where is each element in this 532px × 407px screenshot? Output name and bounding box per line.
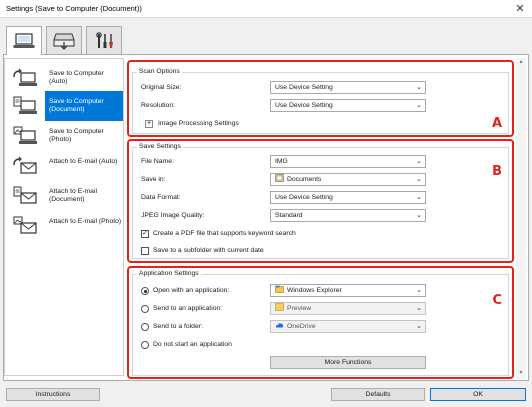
mode-save-computer-auto[interactable]: Save to Computer (Auto) <box>5 63 123 93</box>
section-letter-c: C <box>492 293 502 308</box>
chevron-down-icon: ⌄ <box>416 212 422 219</box>
send-app-value: Preview <box>287 305 312 312</box>
mode-save-computer-document[interactable]: Save to Computer (Document) <box>5 91 123 121</box>
scan-device-icon <box>53 33 75 50</box>
computer-photo-icon <box>13 126 37 144</box>
data-format-label: Data Format: <box>141 194 181 201</box>
more-functions-button[interactable]: More Functions <box>270 356 426 369</box>
computer-auto-icon <box>13 68 37 86</box>
preview-app-icon <box>275 303 284 311</box>
scan-options-section: Scan Options A Original Size: Use Device… <box>127 60 514 137</box>
resolution-value: Use Device Setting <box>275 102 333 109</box>
send-folder-label: Send to a folder: <box>153 323 203 330</box>
resolution-select[interactable]: Use Device Setting ⌄ <box>270 99 426 112</box>
mode-email-auto[interactable]: Attach to E-mail (Auto) <box>5 151 123 181</box>
keyword-search-checkbox[interactable]: ✓ <box>141 230 149 238</box>
scan-options-legend: Scan Options <box>137 68 182 75</box>
send-folder-value: OneDrive <box>287 323 316 330</box>
section-letter-b: B <box>492 164 502 179</box>
file-name-value: IMG <box>275 158 288 165</box>
send-app-radio[interactable] <box>141 305 149 313</box>
scroll-up-icon[interactable]: ▴ <box>518 59 524 65</box>
title-bar: Settings (Save to Computer (Document)) ✕ <box>0 0 532 18</box>
mode-label: Save to Computer (Photo) <box>49 128 104 143</box>
save-in-select[interactable]: Documents ⌄ <box>270 173 426 186</box>
defaults-button[interactable]: Defaults <box>331 388 425 401</box>
instructions-button[interactable]: Instructions <box>6 388 100 401</box>
tools-icon <box>96 31 113 48</box>
save-settings-section: Save Settings B File Name: IMG ⌄ Save in… <box>127 139 514 263</box>
window-title: Settings (Save to Computer (Document)) <box>6 4 142 13</box>
close-icon[interactable]: ✕ <box>513 2 527 16</box>
scroll-down-icon[interactable]: ▾ <box>518 370 524 376</box>
send-app-label: Send to an application: <box>153 305 223 312</box>
application-settings-section: Application Settings C Open with an appl… <box>127 266 514 379</box>
scan-computer-icon <box>13 33 35 48</box>
vertical-scrollbar[interactable]: ▴ ▾ <box>516 58 526 379</box>
mode-label: Save to Computer (Auto) <box>49 70 104 85</box>
open-with-value: Windows Explorer <box>287 287 342 294</box>
chevron-down-icon: ⌄ <box>416 305 422 312</box>
original-size-value: Use Device Setting <box>275 84 333 91</box>
computer-document-icon <box>13 96 37 114</box>
email-auto-icon <box>13 156 37 174</box>
resolution-label: Resolution: <box>141 102 176 109</box>
open-with-radio[interactable] <box>141 287 149 295</box>
data-format-value: Use Device Setting <box>275 194 333 201</box>
email-photo-icon <box>13 216 37 234</box>
open-with-select[interactable]: Windows Explorer ⌄ <box>270 284 426 297</box>
open-with-label: Open with an application: <box>153 287 230 294</box>
subfolder-label: Save to a subfolder with current date <box>153 247 264 254</box>
mode-save-computer-photo[interactable]: Save to Computer (Photo) <box>5 121 123 151</box>
tab-scan-device[interactable] <box>46 26 82 54</box>
mode-email-photo[interactable]: Attach to E-mail (Photo) <box>5 211 123 241</box>
keyword-search-label: Create a PDF file that supports keyword … <box>153 230 296 237</box>
save-settings-legend: Save Settings <box>137 143 183 150</box>
chevron-down-icon: ⌄ <box>416 194 422 201</box>
save-in-label: Save in: <box>141 176 166 183</box>
chevron-down-icon: ⌄ <box>416 102 422 109</box>
file-name-label: File Name: <box>141 158 174 165</box>
chevron-down-icon: ⌄ <box>416 287 422 294</box>
mode-label: Attach to E-mail (Photo) <box>49 218 122 225</box>
chevron-down-icon: ⌄ <box>416 323 422 330</box>
no-start-radio[interactable] <box>141 341 149 349</box>
ok-button[interactable]: OK <box>430 388 526 401</box>
jpeg-quality-select[interactable]: Standard ⌄ <box>270 209 426 222</box>
tab-general-settings[interactable] <box>86 26 122 54</box>
save-in-value: Documents <box>287 176 322 183</box>
image-processing-settings-link[interactable]: Image Processing Settings <box>158 120 239 127</box>
chevron-down-icon: ⌄ <box>416 176 422 183</box>
onedrive-cloud-icon <box>275 323 284 328</box>
chevron-down-icon: ⌄ <box>416 158 422 165</box>
chevron-down-icon: ⌄ <box>416 84 422 91</box>
file-name-input[interactable]: IMG ⌄ <box>270 155 426 168</box>
original-size-select[interactable]: Use Device Setting ⌄ <box>270 81 426 94</box>
send-folder-select[interactable]: OneDrive ⌄ <box>270 320 426 333</box>
no-start-label: Do not start an application <box>153 341 232 348</box>
original-size-label: Original Size: <box>141 84 182 91</box>
send-app-select[interactable]: Preview ⌄ <box>270 302 426 315</box>
mode-label: Attach to E-mail (Document) <box>49 188 97 203</box>
documents-folder-icon <box>275 174 284 182</box>
section-letter-a: A <box>491 116 502 131</box>
application-settings-legend: Application Settings <box>137 270 201 277</box>
email-document-icon <box>13 186 37 204</box>
data-format-select[interactable]: Use Device Setting ⌄ <box>270 191 426 204</box>
send-folder-radio[interactable] <box>141 323 149 331</box>
file-explorer-icon <box>275 285 284 293</box>
expand-plus-icon[interactable]: + <box>145 120 153 128</box>
tab-scan-computer[interactable] <box>6 26 42 55</box>
mode-label: Attach to E-mail (Auto) <box>49 158 118 165</box>
subfolder-checkbox[interactable] <box>141 247 149 255</box>
mode-label: Save to Computer (Document) <box>45 91 123 121</box>
mode-email-document[interactable]: Attach to E-mail (Document) <box>5 181 123 211</box>
jpeg-quality-value: Standard <box>275 212 303 219</box>
mode-list: Save to Computer (Auto) Save to Computer… <box>4 58 124 376</box>
jpeg-quality-label: JPEG Image Quality: <box>141 212 205 219</box>
